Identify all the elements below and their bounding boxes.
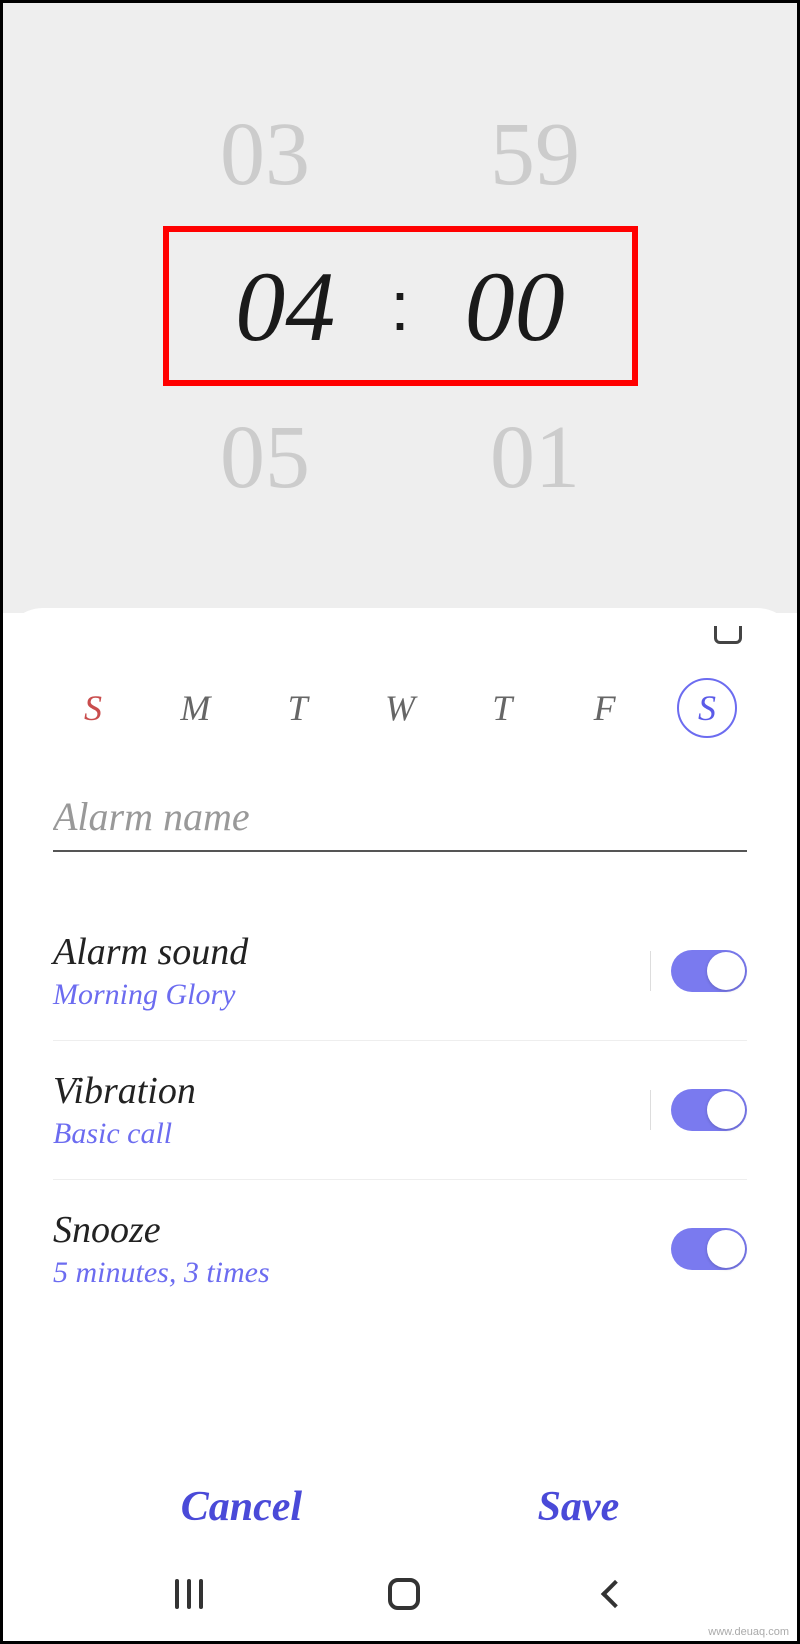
selected-minute[interactable]: 00 bbox=[440, 249, 590, 364]
vibration-toggle[interactable] bbox=[671, 1089, 747, 1131]
alarm-sound-value: Morning Glory bbox=[53, 978, 248, 1012]
vibration-value: Basic call bbox=[53, 1117, 196, 1151]
nav-home-icon[interactable] bbox=[388, 1578, 420, 1610]
snooze-title: Snooze bbox=[53, 1208, 270, 1252]
time-prev-row[interactable]: 03 59 bbox=[3, 103, 797, 206]
time-selected-highlight: 04 : 00 bbox=[163, 226, 638, 386]
alarm-sound-toggle[interactable] bbox=[671, 950, 747, 992]
next-minute[interactable]: 01 bbox=[465, 406, 605, 509]
nav-recent-icon[interactable] bbox=[175, 1579, 203, 1609]
time-picker: 03 59 04 : 00 05 01 bbox=[3, 3, 797, 613]
alarm-sound-title: Alarm sound bbox=[53, 930, 248, 974]
vibration-row[interactable]: Vibration Basic call bbox=[53, 1041, 747, 1180]
snooze-text: Snooze 5 minutes, 3 times bbox=[53, 1208, 270, 1290]
alarm-sound-toggle-area bbox=[650, 950, 747, 992]
selected-hour[interactable]: 04 bbox=[210, 249, 360, 364]
panel-handle-icon bbox=[714, 626, 742, 644]
day-monday[interactable]: M bbox=[165, 678, 225, 738]
vibration-toggle-area bbox=[650, 1089, 747, 1131]
alarm-name-input[interactable] bbox=[53, 788, 747, 852]
save-button[interactable]: Save bbox=[538, 1483, 620, 1531]
alarm-sound-text: Alarm sound Morning Glory bbox=[53, 930, 248, 1012]
settings-panel: S M T W T F S Alarm sound Morning Glory … bbox=[3, 608, 797, 1318]
day-friday[interactable]: F bbox=[575, 678, 635, 738]
day-thursday[interactable]: T bbox=[472, 678, 532, 738]
time-colon: : bbox=[390, 266, 409, 346]
vibration-title: Vibration bbox=[53, 1069, 196, 1113]
snooze-toggle-area bbox=[671, 1228, 747, 1270]
action-buttons: Cancel Save bbox=[3, 1483, 797, 1531]
divider bbox=[650, 1090, 651, 1130]
time-selected[interactable]: 04 : 00 bbox=[210, 249, 589, 364]
divider bbox=[650, 951, 651, 991]
vibration-text: Vibration Basic call bbox=[53, 1069, 196, 1151]
day-saturday[interactable]: S bbox=[677, 678, 737, 738]
cancel-button[interactable]: Cancel bbox=[181, 1483, 302, 1531]
prev-hour[interactable]: 03 bbox=[195, 103, 335, 206]
day-sunday[interactable]: S bbox=[63, 678, 123, 738]
day-wednesday[interactable]: W bbox=[370, 678, 430, 738]
day-tuesday[interactable]: T bbox=[268, 678, 328, 738]
nav-back-icon[interactable] bbox=[600, 1579, 628, 1607]
navigation-bar bbox=[3, 1546, 797, 1641]
snooze-row[interactable]: Snooze 5 minutes, 3 times bbox=[53, 1180, 747, 1318]
watermark: www.deuaq.com bbox=[708, 1626, 789, 1638]
snooze-value: 5 minutes, 3 times bbox=[53, 1256, 270, 1290]
time-next-row[interactable]: 05 01 bbox=[3, 406, 797, 509]
snooze-toggle[interactable] bbox=[671, 1228, 747, 1270]
prev-minute[interactable]: 59 bbox=[465, 103, 605, 206]
next-hour[interactable]: 05 bbox=[195, 406, 335, 509]
alarm-sound-row[interactable]: Alarm sound Morning Glory bbox=[53, 902, 747, 1041]
days-selector: S M T W T F S bbox=[53, 638, 747, 788]
